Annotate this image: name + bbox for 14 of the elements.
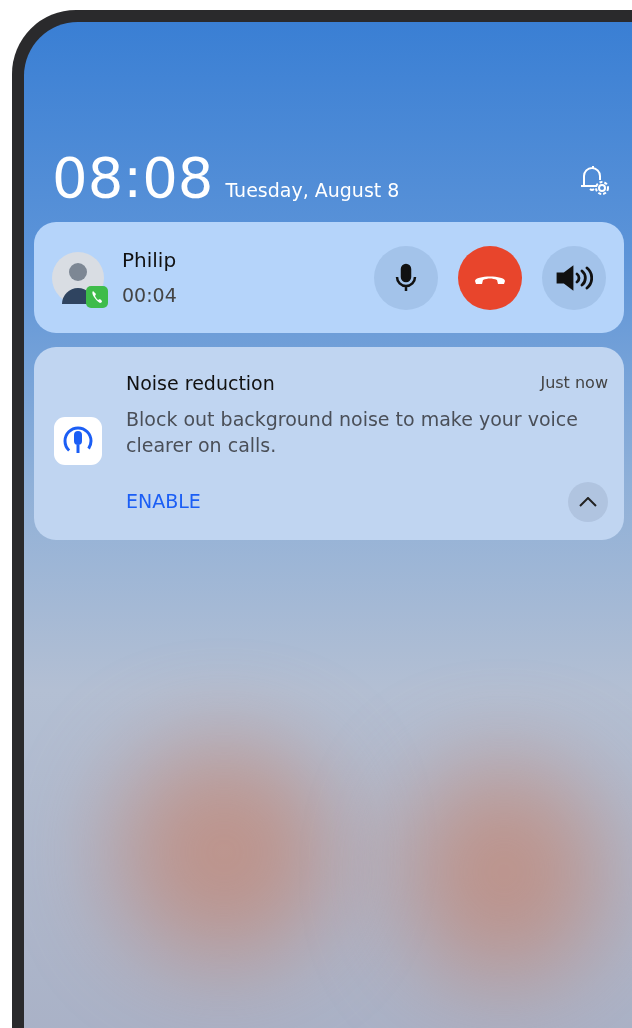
microphone-icon — [393, 262, 419, 293]
clock-time: 08:08 — [52, 150, 214, 206]
collapse-button[interactable] — [568, 481, 608, 522]
notification-time: Just now — [540, 372, 608, 395]
phone-badge-icon — [86, 285, 108, 308]
noise-reduction-app-icon — [54, 417, 102, 465]
call-duration: 00:04 — [122, 283, 177, 309]
enable-button[interactable]: ENABLE — [126, 487, 201, 516]
date-text: Tuesday, August 8 — [225, 177, 400, 203]
speaker-icon — [555, 263, 593, 292]
chevron-up-icon — [579, 496, 597, 507]
notification-title: Noise reduction — [126, 371, 275, 396]
caller-name: Philip — [122, 247, 177, 275]
notification-message: Block out background noise to make your voice clearer on calls. — [126, 406, 579, 458]
